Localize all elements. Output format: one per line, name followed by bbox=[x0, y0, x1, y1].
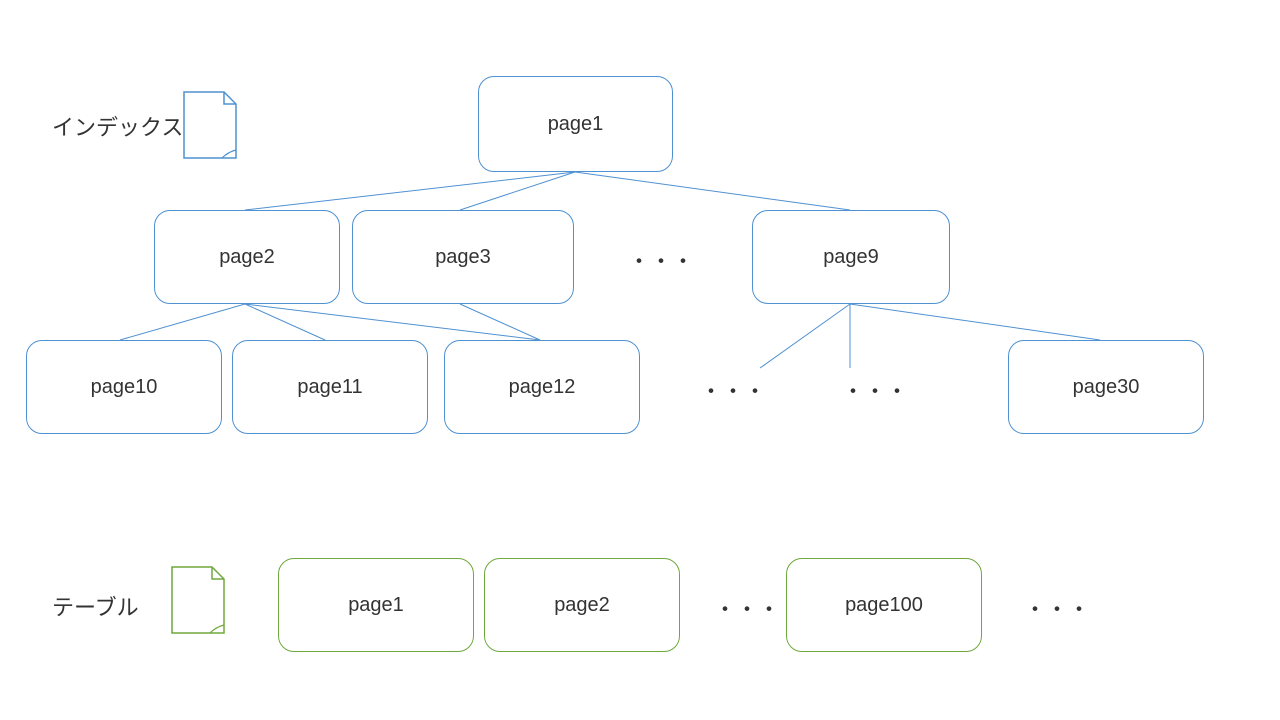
node-label: page30 bbox=[1073, 376, 1140, 399]
index-root-node: page1 bbox=[478, 76, 673, 172]
index-label: インデックス bbox=[52, 110, 183, 142]
node-label: page9 bbox=[823, 246, 879, 269]
index-node-page10: page10 bbox=[26, 340, 222, 434]
node-label: page100 bbox=[845, 594, 923, 617]
ellipsis: ・・・ bbox=[628, 244, 694, 276]
index-node-page12: page12 bbox=[444, 340, 640, 434]
page-icon bbox=[168, 565, 228, 637]
index-node-page2: page2 bbox=[154, 210, 340, 304]
table-node-page100: page100 bbox=[786, 558, 982, 652]
index-node-page3: page3 bbox=[352, 210, 574, 304]
index-node-page30: page30 bbox=[1008, 340, 1204, 434]
ellipsis: ・・・ bbox=[1024, 592, 1090, 624]
node-label: page10 bbox=[91, 376, 158, 399]
table-label: テーブル bbox=[52, 590, 139, 622]
node-label: page11 bbox=[297, 376, 362, 399]
node-label: page1 bbox=[548, 113, 604, 136]
index-node-page11: page11 bbox=[232, 340, 428, 434]
ellipsis: ・・・ bbox=[700, 374, 766, 406]
node-label: page3 bbox=[435, 246, 491, 269]
table-node-page2: page2 bbox=[484, 558, 680, 652]
node-label: page12 bbox=[509, 376, 576, 399]
node-label: page2 bbox=[219, 246, 275, 269]
table-node-page1: page1 bbox=[278, 558, 474, 652]
node-label: page2 bbox=[554, 594, 610, 617]
index-node-page9: page9 bbox=[752, 210, 950, 304]
node-label: page1 bbox=[348, 594, 404, 617]
page-icon bbox=[180, 90, 240, 162]
ellipsis: ・・・ bbox=[714, 592, 780, 624]
ellipsis: ・・・ bbox=[842, 374, 908, 406]
